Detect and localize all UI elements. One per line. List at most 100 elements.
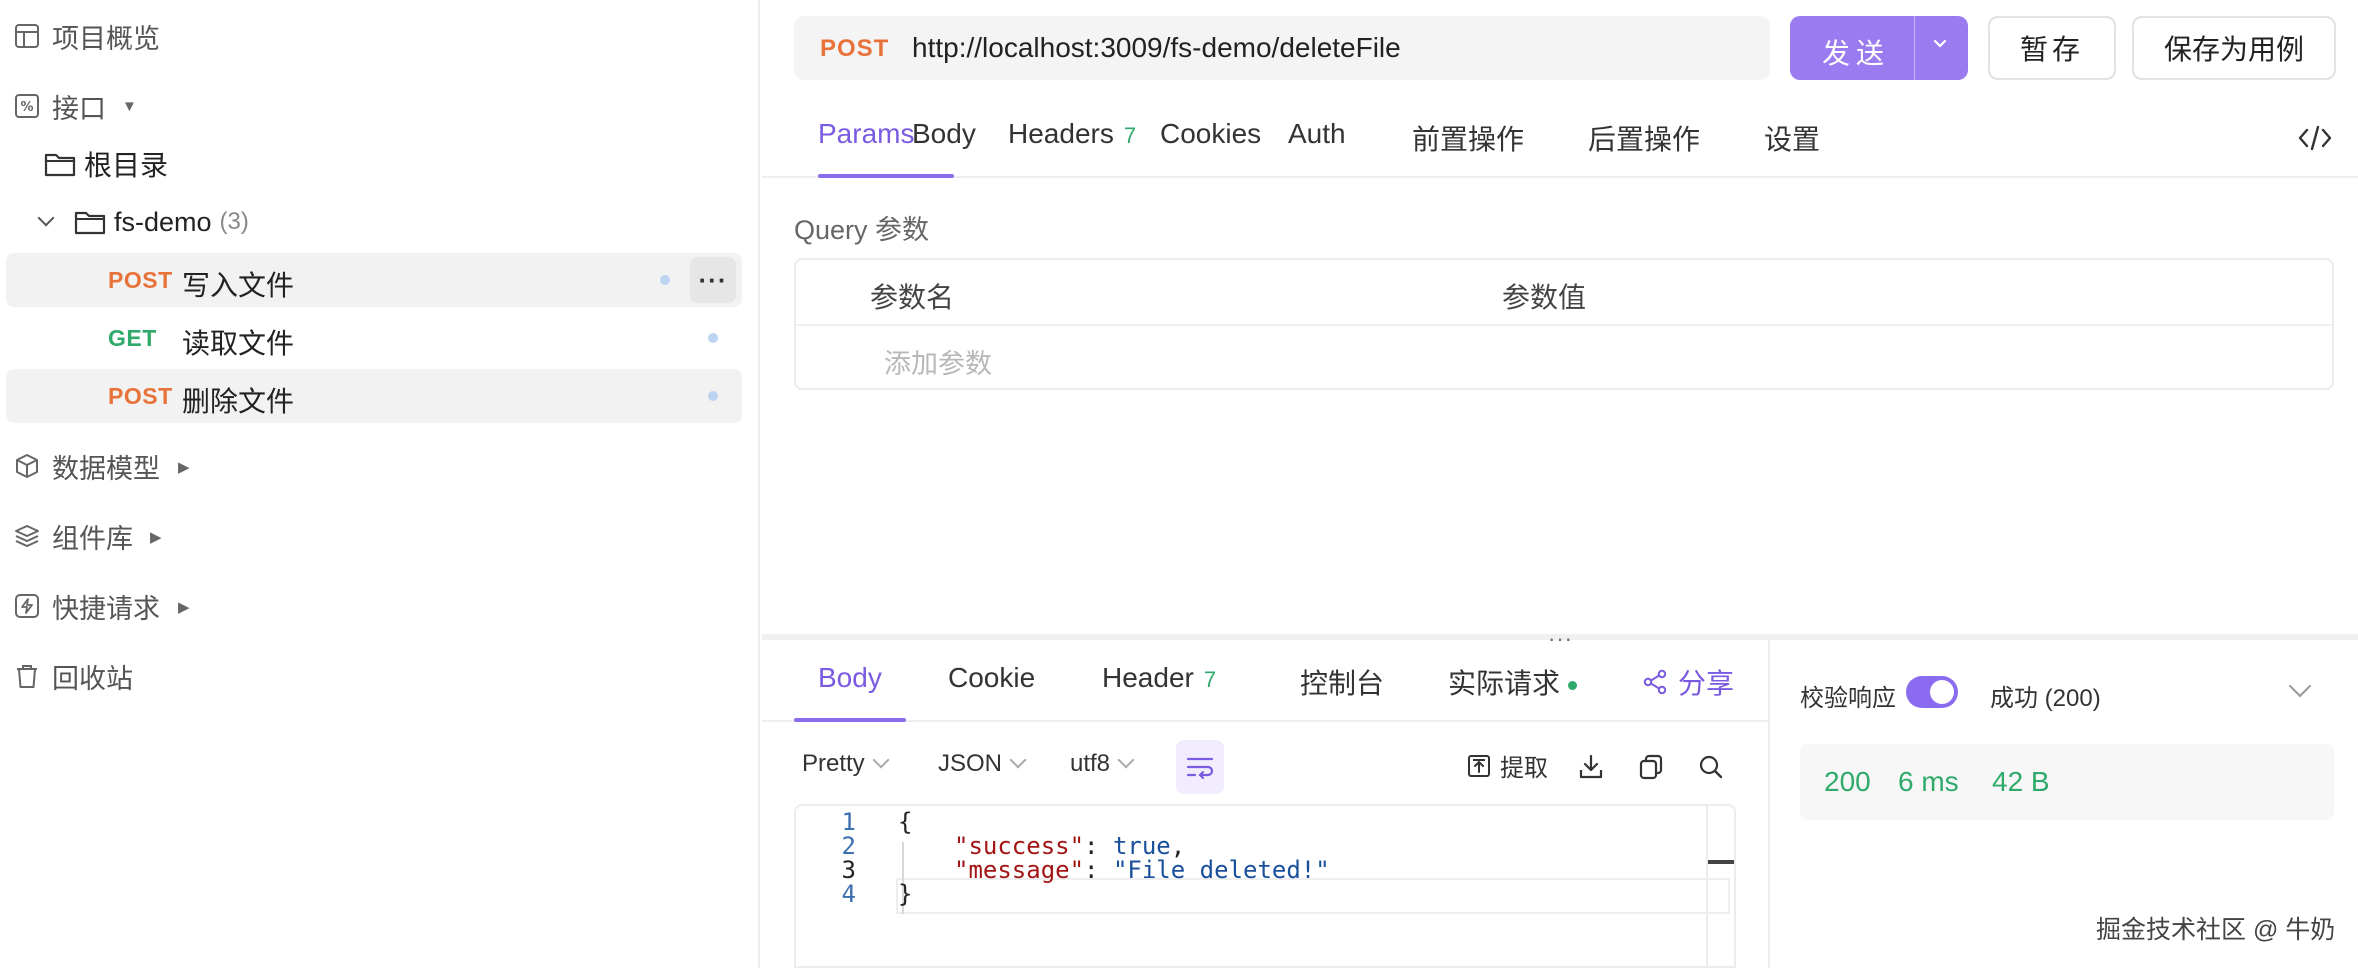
validate-response-toggle[interactable]	[1906, 676, 1958, 708]
tab-response-cookie[interactable]: Cookie	[948, 662, 1035, 694]
sidebar-item-label: 回收站	[52, 663, 133, 694]
tab-response-body[interactable]: Body	[818, 662, 882, 694]
sidebar-item-recycle-bin[interactable]: 回收站	[0, 648, 760, 704]
chevron-down-icon[interactable]	[2288, 674, 2312, 698]
request-tabs: Params Body Headers 7 Cookies Auth 前置操作 后…	[762, 96, 2358, 178]
column-header-name: 参数名	[870, 282, 955, 313]
lightning-icon	[12, 591, 42, 621]
word-wrap-button[interactable]	[1176, 740, 1224, 794]
tab-params[interactable]: Params	[818, 118, 914, 150]
send-button[interactable]: 发送	[1790, 16, 1968, 80]
api-item[interactable]: POST 写入文件 ···	[6, 253, 742, 307]
headers-count: 7	[1123, 123, 1137, 148]
api-item-label: 读取文件	[182, 328, 295, 359]
active-tab-indicator	[794, 718, 906, 722]
url-text[interactable]: http://localhost:3009/fs-demo/deleteFile	[912, 32, 1401, 64]
add-param-input[interactable]: 添加参数	[884, 342, 992, 381]
sidebar-item-label: 数据模型	[52, 453, 160, 484]
tab-label: 实际请求	[1448, 668, 1561, 699]
sidebar-item-data-models[interactable]: 数据模型 ▶	[0, 438, 760, 494]
sidebar-item-components[interactable]: 组件库 ▶	[0, 508, 760, 564]
tree-folder-fs-demo[interactable]: fs-demo (3)	[37, 194, 249, 250]
sidebar-item-label: 接口	[52, 93, 106, 124]
folder-icon	[44, 153, 76, 177]
tree-item-label: 根目录	[84, 150, 169, 181]
extract-button[interactable]: 提取	[1466, 748, 1548, 783]
response-body-viewer[interactable]: 1 2 3 4 { "success": true, "message": "F…	[794, 804, 1736, 968]
chevron-down-icon	[872, 751, 890, 769]
api-item[interactable]: POST 删除文件	[6, 369, 742, 423]
folder-count: (3)	[219, 208, 249, 235]
send-dropdown-button[interactable]	[1932, 34, 1948, 57]
encoding-value: utf8	[1070, 750, 1111, 777]
tab-response-header[interactable]: Header 7	[1102, 662, 1216, 694]
tab-console[interactable]: 控制台	[1300, 662, 1384, 702]
response-stats: 200 6 ms 42 B	[1800, 744, 2334, 820]
response-tabs: Body Cookie Header 7 控制台 实际请求 分享	[762, 640, 1768, 722]
divider	[1914, 16, 1915, 80]
status-dot	[708, 333, 718, 343]
active-tab-indicator	[818, 174, 954, 178]
line-number: 4	[841, 880, 856, 908]
svg-text:%: %	[20, 100, 33, 115]
scrollbar[interactable]	[1706, 806, 1708, 966]
api-item[interactable]: GET 读取文件	[6, 311, 742, 365]
encoding-select[interactable]: utf8	[1070, 750, 1135, 778]
code-icon[interactable]	[2295, 120, 2335, 156]
sidebar-item-label: 组件库	[52, 523, 133, 554]
tab-actual-request[interactable]: 实际请求	[1448, 662, 1578, 702]
tab-label: Header	[1102, 662, 1194, 693]
share-label: 分享	[1678, 668, 1735, 699]
table-header: 参数名 参数值	[796, 260, 2332, 326]
response-toolbar: Pretty JSON utf8 提取	[794, 740, 1734, 796]
folder-open-icon	[74, 211, 106, 235]
tree-item-root[interactable]: 根目录	[44, 136, 168, 192]
params-table: 参数名 参数值 添加参数	[794, 258, 2334, 390]
code-line: }	[898, 880, 913, 908]
method-badge: POST	[108, 383, 173, 409]
url-input[interactable]: POST http://localhost:3009/fs-demo/delet…	[794, 16, 1770, 80]
content-type-value: JSON	[938, 750, 1003, 777]
tab-pre-operations[interactable]: 前置操作	[1412, 118, 1524, 158]
validation-status[interactable]: 成功 (200)	[1990, 678, 2101, 713]
tab-headers[interactable]: Headers 7	[1008, 118, 1136, 150]
method-selector[interactable]: POST	[820, 35, 889, 63]
json-value: "File deleted!"	[1112, 856, 1330, 884]
content-type-select[interactable]: JSON	[938, 750, 1027, 778]
sidebar-item-overview[interactable]: 项目概览	[0, 8, 760, 64]
status-dot	[1568, 681, 1578, 691]
sidebar-item-interfaces[interactable]: % 接口 ▼	[0, 78, 760, 134]
sidebar-item-label: 项目概览	[52, 23, 160, 54]
caret-right-icon: ▶	[178, 599, 190, 616]
query-params-title: Query 参数	[794, 215, 930, 245]
share-icon	[1643, 669, 1667, 695]
save-as-case-button[interactable]: 保存为用例	[2132, 16, 2336, 80]
copy-icon[interactable]	[1636, 752, 1666, 782]
response-size: 42 B	[1992, 766, 2050, 797]
tab-label: Headers	[1008, 118, 1114, 149]
status-code: 200	[1824, 766, 1871, 797]
tab-post-operations[interactable]: 后置操作	[1588, 118, 1700, 158]
vertical-divider	[1768, 640, 1770, 968]
method-badge: GET	[108, 325, 157, 351]
header-count: 7	[1203, 667, 1217, 692]
download-icon[interactable]	[1576, 752, 1606, 782]
save-button[interactable]: 暂存	[1988, 16, 2116, 80]
method-badge: POST	[108, 267, 173, 293]
more-button[interactable]: ···	[690, 257, 736, 303]
status-dot	[708, 391, 718, 401]
validate-response-label: 校验响应	[1800, 685, 1896, 712]
tab-auth[interactable]: Auth	[1288, 118, 1346, 150]
format-select[interactable]: Pretty	[802, 750, 890, 778]
tab-body[interactable]: Body	[912, 118, 976, 150]
cube-icon	[12, 451, 42, 481]
search-icon[interactable]	[1696, 752, 1726, 782]
column-header-value: 参数值	[1502, 282, 1587, 313]
share-button[interactable]: 分享	[1642, 662, 1734, 702]
layout-icon	[12, 21, 42, 51]
caret-right-icon: ▶	[150, 529, 162, 546]
sidebar-item-quick-requests[interactable]: 快捷请求 ▶	[0, 578, 760, 634]
tab-settings[interactable]: 设置	[1764, 118, 1820, 158]
tab-cookies[interactable]: Cookies	[1160, 118, 1261, 150]
code-line: {	[898, 808, 913, 836]
